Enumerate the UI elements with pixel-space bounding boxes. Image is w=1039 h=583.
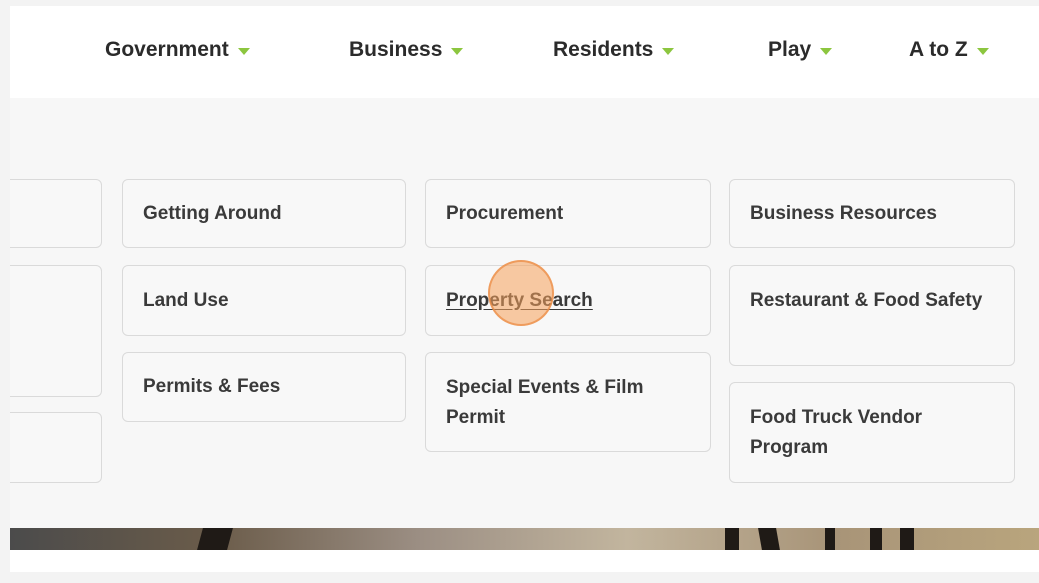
chevron-down-icon: [976, 47, 989, 55]
page-content-below: [10, 550, 1039, 572]
nav-label: Play: [768, 38, 812, 61]
menu-card-label: Permits & Fees: [143, 376, 281, 397]
hero-figure: [725, 528, 739, 550]
menu-card-label: Property Search: [446, 289, 593, 311]
menu-card-label: Procurement: [446, 202, 564, 224]
menu-card-restaurant-food-safety[interactable]: Restaurant & Food Safety: [729, 265, 1015, 366]
nav-label: Government: [105, 38, 229, 61]
chevron-down-icon: [237, 47, 250, 55]
chevron-down-icon: [451, 47, 464, 55]
menu-card-special-events[interactable]: Special Events & Film Permit: [425, 352, 711, 452]
chevron-down-icon: [662, 47, 675, 55]
menu-card-label: Getting Around: [143, 202, 282, 224]
menu-card-label: Land Use: [143, 289, 229, 311]
business-mega-menu: Getting Around Land Use Permits & Fees P…: [10, 98, 1039, 528]
nav-a-to-z[interactable]: A to Z: [909, 35, 989, 65]
menu-card-business-resources[interactable]: Business Resources: [729, 179, 1015, 248]
menu-card-label: Restaurant & Food Safety: [750, 290, 983, 311]
menu-card-procurement[interactable]: Procurement: [425, 179, 711, 248]
menu-card-col1-3[interactable]: [10, 412, 102, 483]
menu-card-permits-fees[interactable]: Permits & Fees: [122, 352, 406, 422]
browser-viewport: Government Business Residents Play A to …: [10, 6, 1039, 572]
nav-label: Business: [349, 38, 443, 61]
nav-business[interactable]: Business: [349, 35, 464, 65]
menu-card-land-use[interactable]: Land Use: [122, 265, 406, 336]
menu-card-col1-1[interactable]: [10, 179, 102, 248]
menu-card-label: Food Truck Vendor Program: [750, 407, 923, 458]
hero-figure: [900, 528, 914, 550]
hero-figure: [825, 528, 835, 550]
hero-image-strip: [10, 528, 1039, 550]
menu-card-col1-2[interactable]: [10, 265, 102, 397]
hero-figure: [870, 528, 882, 550]
chevron-down-icon: [820, 47, 833, 55]
menu-card-label: Special Events & Film Permit: [446, 377, 644, 428]
nav-label: A to Z: [909, 38, 968, 61]
menu-card-getting-around[interactable]: Getting Around: [122, 179, 406, 248]
menu-card-food-truck-vendor[interactable]: Food Truck Vendor Program: [729, 382, 1015, 483]
menu-card-label: Business Resources: [750, 202, 937, 224]
nav-government[interactable]: Government: [105, 35, 250, 65]
nav-residents[interactable]: Residents: [553, 35, 675, 65]
hero-figure: [758, 528, 780, 550]
menu-card-property-search[interactable]: Property Search: [425, 265, 711, 336]
nav-play[interactable]: Play: [768, 35, 833, 65]
hero-figure: [197, 528, 233, 550]
nav-label: Residents: [553, 38, 654, 61]
top-navigation: Government Business Residents Play A to …: [10, 6, 1039, 98]
